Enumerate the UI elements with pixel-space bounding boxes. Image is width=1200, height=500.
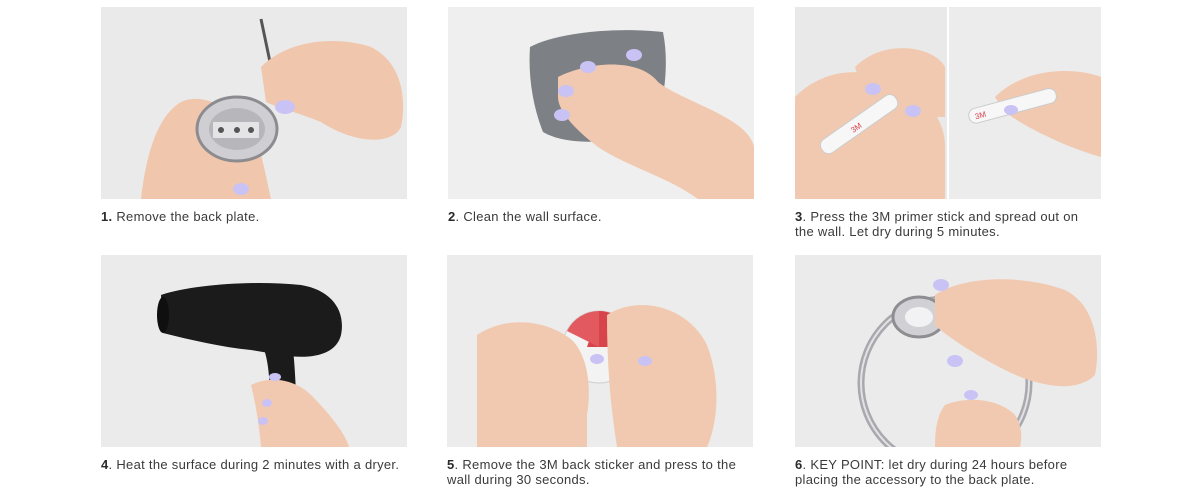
- step-text: . Clean the wall surface.: [455, 209, 602, 224]
- step-1: 1. Remove the back plate.: [101, 7, 407, 224]
- primer-stick-illustration: 3M 3M: [795, 7, 1101, 199]
- remove-back-plate-illustration: [101, 7, 407, 199]
- step-4: 4. Heat the surface during 2 minutes wit…: [101, 255, 407, 472]
- step-6-photo: [795, 255, 1101, 447]
- step-number: 3: [795, 209, 803, 224]
- step-text: Remove the back plate.: [112, 209, 260, 224]
- hair-dryer-illustration: [101, 255, 407, 447]
- step-text: . Heat the surface during 2 minutes with…: [108, 457, 400, 472]
- step-text: . Remove the 3M back sticker and press t…: [447, 457, 737, 487]
- step-2-photo: [448, 7, 754, 199]
- step-number: 5: [447, 457, 455, 472]
- step-number: 6: [795, 457, 803, 472]
- step-2-caption: 2. Clean the wall surface.: [448, 209, 754, 224]
- step-4-photo: [101, 255, 407, 447]
- step-2: 2. Clean the wall surface.: [448, 7, 754, 224]
- step-3-photo: 3M 3M: [795, 7, 1101, 199]
- clean-wall-illustration: [448, 7, 754, 199]
- step-text: . KEY POINT: let dry during 24 hours bef…: [795, 457, 1068, 487]
- back-sticker-illustration: [447, 255, 753, 447]
- step-5: 5. Remove the 3M back sticker and press …: [447, 255, 753, 487]
- step-6: 6. KEY POINT: let dry during 24 hours be…: [795, 255, 1101, 487]
- towel-ring-illustration: [795, 255, 1101, 447]
- step-5-photo: [447, 255, 753, 447]
- step-3: 3M 3M 3. Press the 3M primer stick and s…: [795, 7, 1101, 239]
- step-3-caption: 3. Press the 3M primer stick and spread …: [795, 209, 1101, 239]
- step-text: . Press the 3M primer stick and spread o…: [795, 209, 1079, 239]
- step-5-caption: 5. Remove the 3M back sticker and press …: [447, 457, 753, 487]
- step-4-caption: 4. Heat the surface during 2 minutes wit…: [101, 457, 407, 472]
- step-number: 4: [101, 457, 109, 472]
- step-1-caption: 1. Remove the back plate.: [101, 209, 407, 224]
- step-6-caption: 6. KEY POINT: let dry during 24 hours be…: [795, 457, 1101, 487]
- step-number: 2: [448, 209, 456, 224]
- step-number: 1.: [101, 209, 113, 224]
- step-1-photo: [101, 7, 407, 199]
